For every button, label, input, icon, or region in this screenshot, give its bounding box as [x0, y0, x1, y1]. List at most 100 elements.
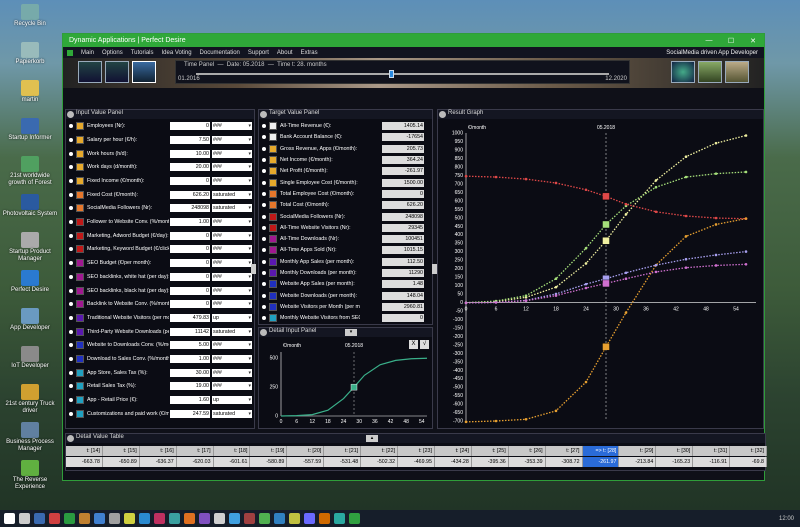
- radio-button[interactable]: [69, 343, 73, 348]
- radio-button[interactable]: [262, 169, 266, 174]
- radio-button[interactable]: [69, 274, 73, 279]
- desktop-icon[interactable]: Startup Informer: [2, 118, 58, 142]
- input-value-field[interactable]: 7.50: [170, 135, 210, 144]
- menu-item[interactable]: Documentation: [200, 50, 240, 56]
- desktop-icon[interactable]: Photovoltaic System: [2, 194, 58, 218]
- radio-button[interactable]: [262, 191, 266, 196]
- input-mode-select[interactable]: ###: [212, 259, 252, 268]
- radio-button[interactable]: [69, 302, 73, 307]
- radio-button[interactable]: [69, 178, 73, 183]
- radio-button[interactable]: [69, 370, 73, 375]
- taskbar-app-icon[interactable]: [169, 513, 180, 524]
- radio-button[interactable]: [69, 261, 73, 266]
- radio-button[interactable]: [69, 398, 73, 403]
- maximize-button[interactable]: ☐: [720, 37, 742, 45]
- input-mode-select[interactable]: ###: [212, 245, 252, 254]
- close-button[interactable]: ✕: [742, 37, 764, 45]
- taskbar-app-icon[interactable]: [154, 513, 165, 524]
- time-slider-thumb[interactable]: [389, 70, 395, 78]
- input-mode-select[interactable]: ###: [212, 135, 252, 144]
- table-value-cell[interactable]: -434.28: [434, 457, 472, 467]
- radio-button[interactable]: [262, 316, 266, 321]
- menu-item[interactable]: Extras: [301, 50, 318, 56]
- radio-button[interactable]: [69, 165, 73, 170]
- input-mode-select[interactable]: ###: [212, 272, 252, 281]
- input-mode-select[interactable]: ###: [212, 122, 252, 131]
- desktop-icon[interactable]: The Reverse Experience: [2, 460, 58, 491]
- radio-button[interactable]: [69, 247, 73, 252]
- radio-button[interactable]: [262, 203, 266, 208]
- menu-item[interactable]: Support: [248, 50, 269, 56]
- input-value-field[interactable]: 1.60: [170, 396, 210, 405]
- radio-button[interactable]: [69, 233, 73, 238]
- input-value-field[interactable]: 0: [170, 300, 210, 309]
- menu-item[interactable]: Main: [81, 50, 94, 56]
- radio-button[interactable]: [262, 135, 266, 140]
- radio-button[interactable]: [262, 214, 266, 219]
- taskbar-app-icon[interactable]: [34, 513, 45, 524]
- taskbar-app-icon[interactable]: [49, 513, 60, 524]
- taskbar-app-icon[interactable]: [4, 513, 15, 524]
- radio-button[interactable]: [69, 206, 73, 211]
- collapse-icon[interactable]: ▴: [366, 435, 378, 442]
- table-value-cell[interactable]: -353.39: [508, 457, 546, 467]
- table-value-cell[interactable]: -580.89: [250, 457, 288, 467]
- input-value-field[interactable]: 0: [170, 286, 210, 295]
- input-value-field[interactable]: 247.59: [170, 409, 210, 418]
- input-mode-select[interactable]: ###: [212, 163, 252, 172]
- desktop-icon[interactable]: Papierkorb: [2, 42, 58, 66]
- radio-button[interactable]: [262, 248, 266, 253]
- radio-button[interactable]: [262, 237, 266, 242]
- input-mode-select[interactable]: saturated: [212, 327, 252, 336]
- table-value-cell[interactable]: -165.23: [656, 457, 694, 467]
- radio-button[interactable]: [69, 124, 73, 129]
- taskbar-app-icon[interactable]: [274, 513, 285, 524]
- input-value-field[interactable]: 19.00: [170, 382, 210, 391]
- radio-button[interactable]: [69, 151, 73, 156]
- table-value-cell[interactable]: -663.78: [66, 457, 103, 467]
- desktop-icon[interactable]: Recycle Bin: [2, 4, 58, 28]
- table-value-cell[interactable]: -557.59: [287, 457, 325, 467]
- input-value-field[interactable]: 1.00: [170, 355, 210, 364]
- input-mode-select[interactable]: saturated: [212, 204, 252, 213]
- input-mode-select[interactable]: ###: [212, 149, 252, 158]
- input-value-field[interactable]: 11142: [170, 327, 210, 336]
- table-value-cell[interactable]: -469.95: [398, 457, 435, 467]
- taskbar-app-icon[interactable]: [124, 513, 135, 524]
- view-button-2[interactable]: [725, 61, 749, 83]
- radio-button[interactable]: [69, 384, 73, 389]
- input-mode-select[interactable]: up: [212, 396, 252, 405]
- input-value-field[interactable]: 20.00: [170, 163, 210, 172]
- table-value-cell[interactable]: -650.89: [102, 457, 140, 467]
- globe-button[interactable]: [671, 61, 695, 83]
- radio-button[interactable]: [69, 411, 73, 416]
- taskbar-app-icon[interactable]: [259, 513, 270, 524]
- table-value-cell[interactable]: -531.48: [324, 457, 362, 467]
- input-mode-select[interactable]: saturated: [212, 190, 252, 199]
- desktop-icon[interactable]: Perfect Desire: [2, 270, 58, 294]
- nav-button-3[interactable]: [132, 61, 156, 83]
- input-value-field[interactable]: 0: [170, 259, 210, 268]
- input-value-field[interactable]: 626.20: [170, 190, 210, 199]
- taskbar-app-icon[interactable]: [139, 513, 150, 524]
- input-mode-select[interactable]: ###: [212, 382, 252, 391]
- input-value-field[interactable]: 30.00: [170, 368, 210, 377]
- table-value-cell[interactable]: -308.72: [545, 457, 583, 467]
- taskbar-app-icon[interactable]: [64, 513, 75, 524]
- menu-item[interactable]: Idea Voting: [162, 50, 192, 56]
- taskbar-app-icon[interactable]: [214, 513, 225, 524]
- input-value-field[interactable]: 0: [170, 176, 210, 185]
- desktop-icon[interactable]: Startup Product Manager: [2, 232, 58, 263]
- input-value-field[interactable]: 0: [170, 272, 210, 281]
- input-mode-select[interactable]: ###: [212, 355, 252, 364]
- taskbar-app-icon[interactable]: [304, 513, 315, 524]
- input-value-field[interactable]: 479.83: [170, 313, 210, 322]
- radio-button[interactable]: [69, 329, 73, 334]
- menu-item[interactable]: About: [277, 50, 293, 56]
- desktop-icon[interactable]: Business Process Manager: [2, 422, 58, 453]
- nav-button-1[interactable]: [78, 61, 102, 83]
- table-value-cell[interactable]: -636.37: [139, 457, 177, 467]
- expand-left-icon[interactable]: [251, 264, 256, 274]
- input-value-field[interactable]: 0: [170, 231, 210, 240]
- desktop-icon[interactable]: martin: [2, 80, 58, 104]
